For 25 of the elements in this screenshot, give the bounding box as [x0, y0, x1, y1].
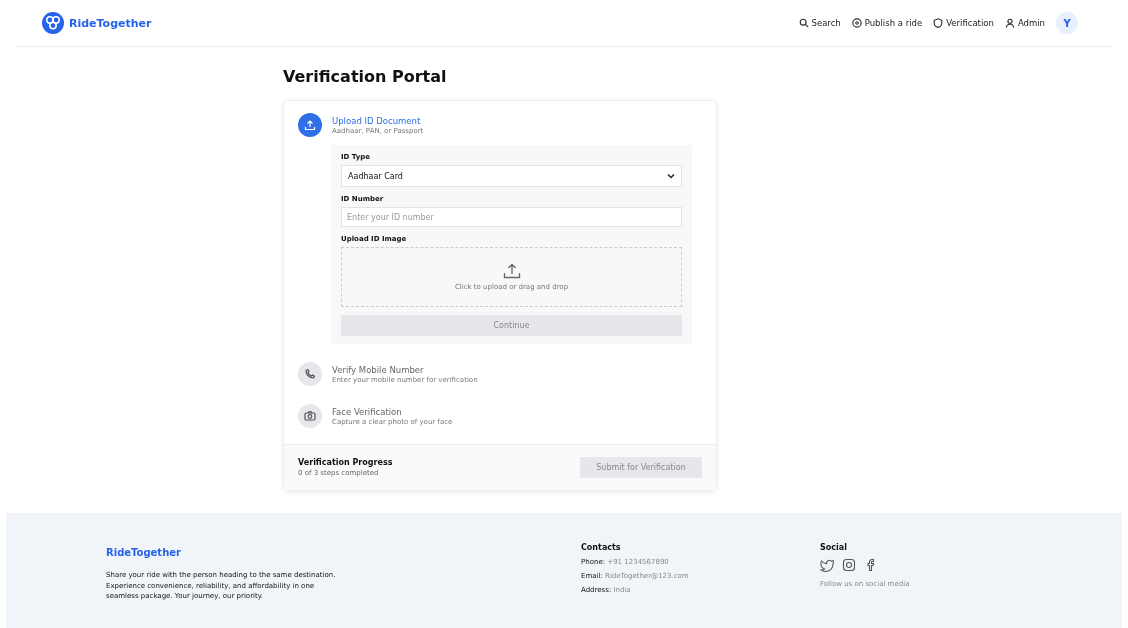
- step-title[interactable]: Face Verification: [332, 406, 453, 417]
- footer-brand: RideTogether: [106, 547, 182, 558]
- brand-name[interactable]: RideTogether: [69, 16, 152, 30]
- nav-link[interactable]: Search: [798, 18, 841, 28]
- step-title[interactable]: Verify Mobile Number: [332, 364, 478, 375]
- logo-icon: [42, 12, 64, 34]
- shield-icon: [933, 18, 944, 28]
- upload-icon: [502, 263, 521, 279]
- avatar[interactable]: Y: [1056, 12, 1078, 34]
- bird-icon[interactable]: [820, 558, 834, 572]
- id-number-field[interactable]: Enter your ID number: [341, 207, 682, 227]
- search-icon: [798, 18, 809, 28]
- target-icon: [851, 18, 862, 28]
- progress-title: Verification Progress: [298, 458, 393, 467]
- chevron-down-icon: [667, 173, 675, 179]
- nav-link[interactable]: Admin: [1004, 18, 1045, 28]
- footer-heading: Social: [820, 543, 848, 552]
- instagram-icon[interactable]: [842, 558, 856, 572]
- user-icon: [1004, 18, 1015, 28]
- page-title: Verification Portal: [283, 67, 448, 86]
- footer-heading: Contacts: [581, 543, 622, 552]
- nav-link[interactable]: Publish a ride: [851, 18, 923, 28]
- nav-link[interactable]: Verification: [933, 18, 994, 28]
- step-title[interactable]: Upload ID Document: [332, 115, 424, 126]
- id-type-select[interactable]: Aadhaar Card: [341, 165, 682, 187]
